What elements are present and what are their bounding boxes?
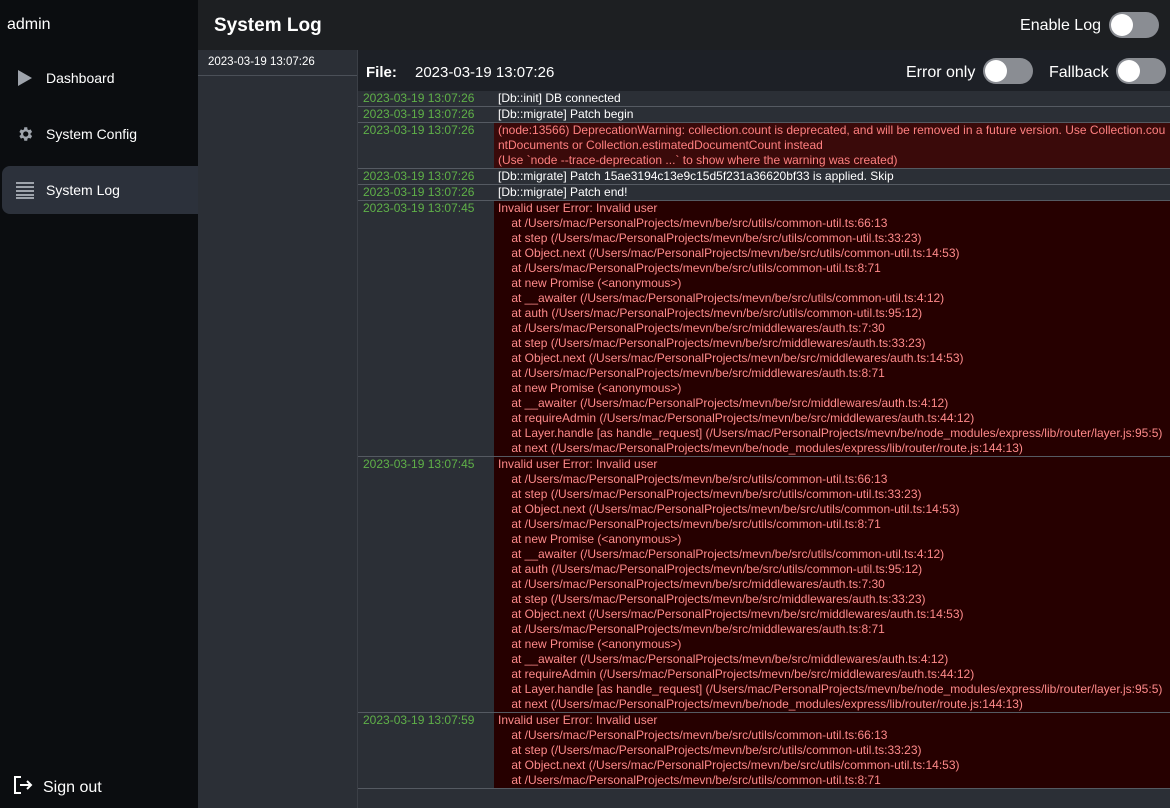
log-message: Invalid user Error: Invalid user at /Use… [494, 201, 1170, 456]
log-timestamp: 2023-03-19 13:07:45 [358, 457, 494, 712]
log-message: [Db::migrate] Patch begin [494, 107, 1170, 122]
log-timestamp: 2023-03-19 13:07:26 [358, 123, 494, 168]
log-timestamp: 2023-03-19 13:07:26 [358, 91, 494, 106]
enable-log-toggle[interactable] [1109, 12, 1159, 38]
log-timestamp: 2023-03-19 13:07:59 [358, 713, 494, 788]
sign-out-icon [13, 776, 33, 799]
sidebar-item-system-log[interactable]: System Log [2, 166, 198, 214]
play-icon [14, 67, 36, 89]
file-list-item[interactable]: 2023-03-19 13:07:26 [198, 50, 357, 76]
file-name: 2023-03-19 13:07:26 [415, 64, 555, 81]
log-message: [Db::init] DB connected [494, 91, 1170, 106]
sign-out-button[interactable]: Sign out [13, 776, 102, 799]
log-timestamp: 2023-03-19 13:07:45 [358, 201, 494, 456]
log-message: Invalid user Error: Invalid user at /Use… [494, 713, 1170, 788]
log-message: (node:13566) DeprecationWarning: collect… [494, 123, 1170, 168]
page-title: System Log [214, 15, 322, 36]
toggle-knob [985, 60, 1007, 82]
toggle-knob [1118, 60, 1140, 82]
log-row: 2023-03-19 13:07:59 Invalid user Error: … [358, 713, 1170, 789]
file-label: File: [366, 64, 397, 81]
log-timestamp: 2023-03-19 13:07:26 [358, 107, 494, 122]
gear-icon [14, 123, 36, 145]
sidebar-item-label: System Config [46, 126, 138, 142]
log-message: Invalid user Error: Invalid user at /Use… [494, 457, 1170, 712]
log-message: [Db::migrate] Patch end! [494, 185, 1170, 200]
log-row: 2023-03-19 13:07:26 (node:13566) Depreca… [358, 123, 1170, 169]
log-viewer: File: 2023-03-19 13:07:26 Error only Fal… [358, 50, 1170, 808]
file-list: 2023-03-19 13:07:26 [198, 50, 358, 808]
sidebar: admin Dashboard System Config System Log [0, 0, 198, 808]
sidebar-item-label: Dashboard [46, 70, 115, 86]
enable-log-label: Enable Log [1020, 17, 1101, 34]
sidebar-item-label: System Log [46, 182, 120, 198]
log-timestamp: 2023-03-19 13:07:26 [358, 185, 494, 200]
log-row: 2023-03-19 13:07:26 [Db::init] DB connec… [358, 91, 1170, 107]
error-only-label: Error only [906, 64, 976, 81]
log-row: 2023-03-19 13:07:26 [Db::migrate] Patch … [358, 107, 1170, 123]
fallback-toggle[interactable] [1116, 58, 1166, 84]
log-row: 2023-03-19 13:07:45 Invalid user Error: … [358, 201, 1170, 457]
log-table: 2023-03-19 13:07:26 [Db::init] DB connec… [358, 91, 1170, 789]
fallback-label: Fallback [1049, 64, 1109, 81]
sign-out-label: Sign out [43, 778, 102, 796]
log-message: [Db::migrate] Patch 15ae3194c13e9c15d5f2… [494, 169, 1170, 184]
sidebar-item-system-config[interactable]: System Config [2, 110, 198, 158]
file-bar: File: 2023-03-19 13:07:26 Error only Fal… [358, 50, 1170, 91]
log-row: 2023-03-19 13:07:26 [Db::migrate] Patch … [358, 169, 1170, 185]
log-row: 2023-03-19 13:07:26 [Db::migrate] Patch … [358, 185, 1170, 201]
error-only-toggle[interactable] [983, 58, 1033, 84]
toggle-knob [1111, 14, 1133, 36]
log-timestamp: 2023-03-19 13:07:26 [358, 169, 494, 184]
log-row: 2023-03-19 13:07:45 Invalid user Error: … [358, 457, 1170, 713]
list-icon [14, 179, 36, 201]
sidebar-item-dashboard[interactable]: Dashboard [2, 54, 198, 102]
brand-name: admin [7, 16, 51, 33]
header: System Log Enable Log [198, 0, 1170, 50]
